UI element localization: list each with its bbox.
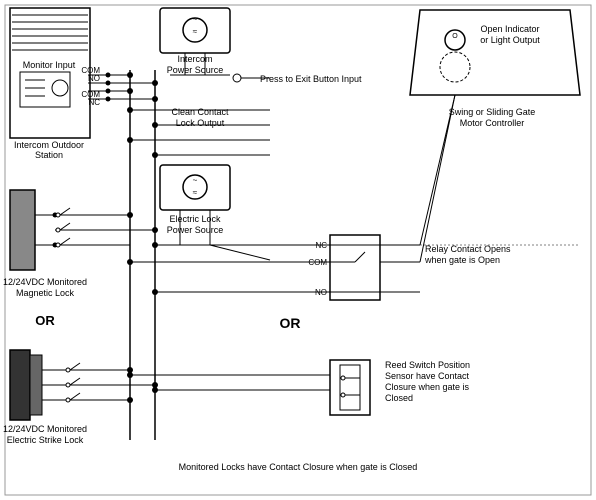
svg-text:Monitor Input: Monitor Input bbox=[23, 60, 76, 70]
svg-text:12/24VDC Monitored: 12/24VDC Monitored bbox=[3, 277, 87, 287]
svg-text:Closed: Closed bbox=[385, 393, 413, 403]
svg-text:NC: NC bbox=[88, 98, 100, 107]
wiring-diagram: Monitor Input COM NO COM NC Intercom Out… bbox=[0, 0, 596, 500]
svg-text:Lock Output: Lock Output bbox=[176, 118, 225, 128]
svg-text:Press to Exit Button Input: Press to Exit Button Input bbox=[260, 74, 362, 84]
svg-text:O: O bbox=[452, 33, 458, 40]
svg-text:Swing or Sliding Gate: Swing or Sliding Gate bbox=[449, 107, 536, 117]
svg-text:NO: NO bbox=[88, 74, 100, 83]
svg-text:Monitored Locks have Contact C: Monitored Locks have Contact Closure whe… bbox=[179, 462, 418, 472]
svg-text:Intercom: Intercom bbox=[177, 54, 212, 64]
svg-text:Electric Lock: Electric Lock bbox=[169, 214, 221, 224]
svg-text:Motor Controller: Motor Controller bbox=[460, 118, 525, 128]
svg-text:Intercom Outdoor: Intercom Outdoor bbox=[14, 140, 84, 150]
svg-text:Reed Switch Position: Reed Switch Position bbox=[385, 360, 470, 370]
svg-text:Sensor have Contact: Sensor have Contact bbox=[385, 371, 470, 381]
svg-text:or Light Output: or Light Output bbox=[480, 35, 540, 45]
svg-text:~: ~ bbox=[193, 15, 198, 24]
svg-text:Relay Contact Opens: Relay Contact Opens bbox=[425, 244, 511, 254]
svg-text:Power Source: Power Source bbox=[167, 65, 224, 75]
svg-text:~: ~ bbox=[193, 176, 198, 185]
svg-text:Closure when gate is: Closure when gate is bbox=[385, 382, 470, 392]
svg-text:Station: Station bbox=[35, 150, 63, 160]
svg-text:Clean Contact: Clean Contact bbox=[171, 107, 229, 117]
svg-text:OR: OR bbox=[35, 313, 55, 328]
svg-text:≈: ≈ bbox=[193, 188, 198, 197]
svg-text:when gate is Open: when gate is Open bbox=[424, 255, 500, 265]
svg-text:OR: OR bbox=[280, 315, 301, 331]
svg-text:≈: ≈ bbox=[193, 27, 198, 36]
svg-text:12/24VDC Monitored: 12/24VDC Monitored bbox=[3, 424, 87, 434]
svg-text:Electric Strike Lock: Electric Strike Lock bbox=[7, 435, 84, 445]
svg-text:Open Indicator: Open Indicator bbox=[480, 24, 539, 34]
svg-text:Magnetic Lock: Magnetic Lock bbox=[16, 288, 75, 298]
svg-text:Power Source: Power Source bbox=[167, 225, 224, 235]
